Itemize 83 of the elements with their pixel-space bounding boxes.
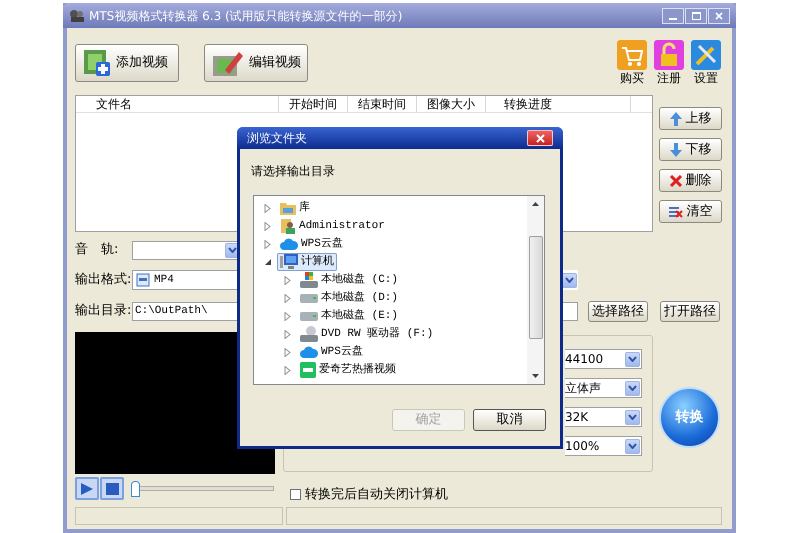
tree-item[interactable]: 本地磁盘 (C:) xyxy=(297,271,402,289)
computer-icon xyxy=(280,254,298,270)
mp4-file-icon xyxy=(136,273,150,287)
minimize-button[interactable] xyxy=(662,8,684,24)
tree-item[interactable]: 爱奇艺热播视频 xyxy=(297,361,399,379)
play-icon xyxy=(80,482,94,496)
toolbar-button[interactable]: 添加视频 xyxy=(75,44,179,82)
dvd-drive-icon xyxy=(300,326,318,342)
drive-icon xyxy=(300,294,318,302)
user-folder-icon xyxy=(280,218,296,234)
stop-button[interactable] xyxy=(100,477,124,500)
close-icon xyxy=(715,12,723,20)
tree-item[interactable]: Administrator xyxy=(277,217,388,235)
checkbox[interactable] xyxy=(290,489,301,500)
dialog-button[interactable]: 取消 xyxy=(473,409,546,431)
tree-item[interactable]: WPS云盘 xyxy=(277,235,346,253)
settings-combo[interactable]: 44100 xyxy=(565,349,642,369)
action-button[interactable]: 设置 xyxy=(690,40,722,85)
settings-combo[interactable]: 100% xyxy=(565,436,642,456)
close-icon xyxy=(536,134,544,142)
toolbar-button[interactable]: 编辑视频 xyxy=(204,44,308,82)
cross-icon xyxy=(670,174,682,186)
list-button[interactable]: 清空 xyxy=(659,200,722,223)
expand-arrow-icon[interactable] xyxy=(284,312,292,320)
field-label: 输出目录: xyxy=(75,302,132,320)
expand-arrow-icon[interactable] xyxy=(284,294,292,302)
list-button[interactable]: 上移 xyxy=(659,107,722,130)
tree-item[interactable]: DVD RW 驱动器 (F:) xyxy=(297,325,436,343)
cloud-icon xyxy=(280,238,298,250)
expand-arrow-icon[interactable] xyxy=(264,240,272,248)
action-button[interactable]: 注册 xyxy=(653,40,685,85)
scroll-up-icon[interactable] xyxy=(532,202,539,206)
cart-icon xyxy=(617,40,647,70)
expand-arrow-icon[interactable] xyxy=(264,204,272,212)
arrow-down-icon xyxy=(670,142,682,156)
column-header[interactable]: 开始时间 xyxy=(279,96,348,112)
expand-arrow-icon[interactable] xyxy=(284,330,292,338)
film-reel-icon xyxy=(69,8,85,22)
clear-list-icon xyxy=(668,206,682,218)
drive-icon xyxy=(300,312,318,320)
dialog-prompt: 请选择输出目录 xyxy=(251,163,336,180)
settings-combo[interactable]: 立体声 xyxy=(565,378,642,398)
expand-arrow-icon[interactable] xyxy=(264,222,272,230)
column-header[interactable]: 结束时间 xyxy=(348,96,417,112)
tree-item[interactable]: 库 xyxy=(277,199,313,217)
system-drive-icon xyxy=(300,272,318,288)
column-header[interactable]: 图像大小 xyxy=(417,96,486,112)
list-button[interactable]: 删除 xyxy=(659,169,722,192)
tree-item[interactable]: WPS云盘 xyxy=(297,343,366,361)
app-icon xyxy=(300,362,316,378)
checkbox-label: 转换完后自动关闭计算机 xyxy=(305,486,448,504)
dialog-title: 浏览文件夹 xyxy=(247,130,307,147)
tree-item[interactable]: 计算机 xyxy=(277,253,337,271)
play-button[interactable] xyxy=(75,477,99,500)
action-button[interactable]: 购买 xyxy=(616,40,648,85)
settings-combo[interactable]: 32K xyxy=(565,407,642,427)
field-label: 音 轨: xyxy=(75,241,120,260)
arrow-up-icon xyxy=(670,112,682,126)
padlock-icon xyxy=(654,40,684,70)
field-label: 输出格式: xyxy=(75,271,132,290)
window-title: MTS视频格式转换器 6.3 (试用版只能转换源文件的一部分) xyxy=(89,8,402,24)
folder-icon xyxy=(280,201,296,215)
path-button[interactable]: 打开路径 xyxy=(660,300,720,322)
seek-handle[interactable] xyxy=(131,480,140,496)
close-button[interactable] xyxy=(527,130,553,146)
column-header[interactable]: 转换进度 xyxy=(486,96,631,112)
path-button[interactable]: 选择路径 xyxy=(588,300,648,322)
tree-item[interactable]: 本地磁盘 (E:) xyxy=(297,307,402,325)
column-header[interactable]: 文件名 xyxy=(76,96,279,112)
cloud-icon xyxy=(300,346,318,358)
collapse-arrow-icon[interactable] xyxy=(264,258,272,266)
tree-item[interactable]: 本地磁盘 (D:) xyxy=(297,289,402,307)
film-plus-icon xyxy=(82,48,112,78)
scroll-down-icon[interactable] xyxy=(532,374,539,378)
scrollbar[interactable] xyxy=(527,196,544,384)
tools-icon xyxy=(691,40,721,70)
expand-arrow-icon[interactable] xyxy=(284,366,292,374)
seek-slider[interactable] xyxy=(131,480,274,496)
expand-arrow-icon[interactable] xyxy=(284,276,292,284)
expand-arrow-icon[interactable] xyxy=(284,348,292,356)
close-button[interactable] xyxy=(708,8,730,24)
list-button[interactable]: 下移 xyxy=(659,138,722,161)
maximize-button[interactable] xyxy=(685,8,707,24)
